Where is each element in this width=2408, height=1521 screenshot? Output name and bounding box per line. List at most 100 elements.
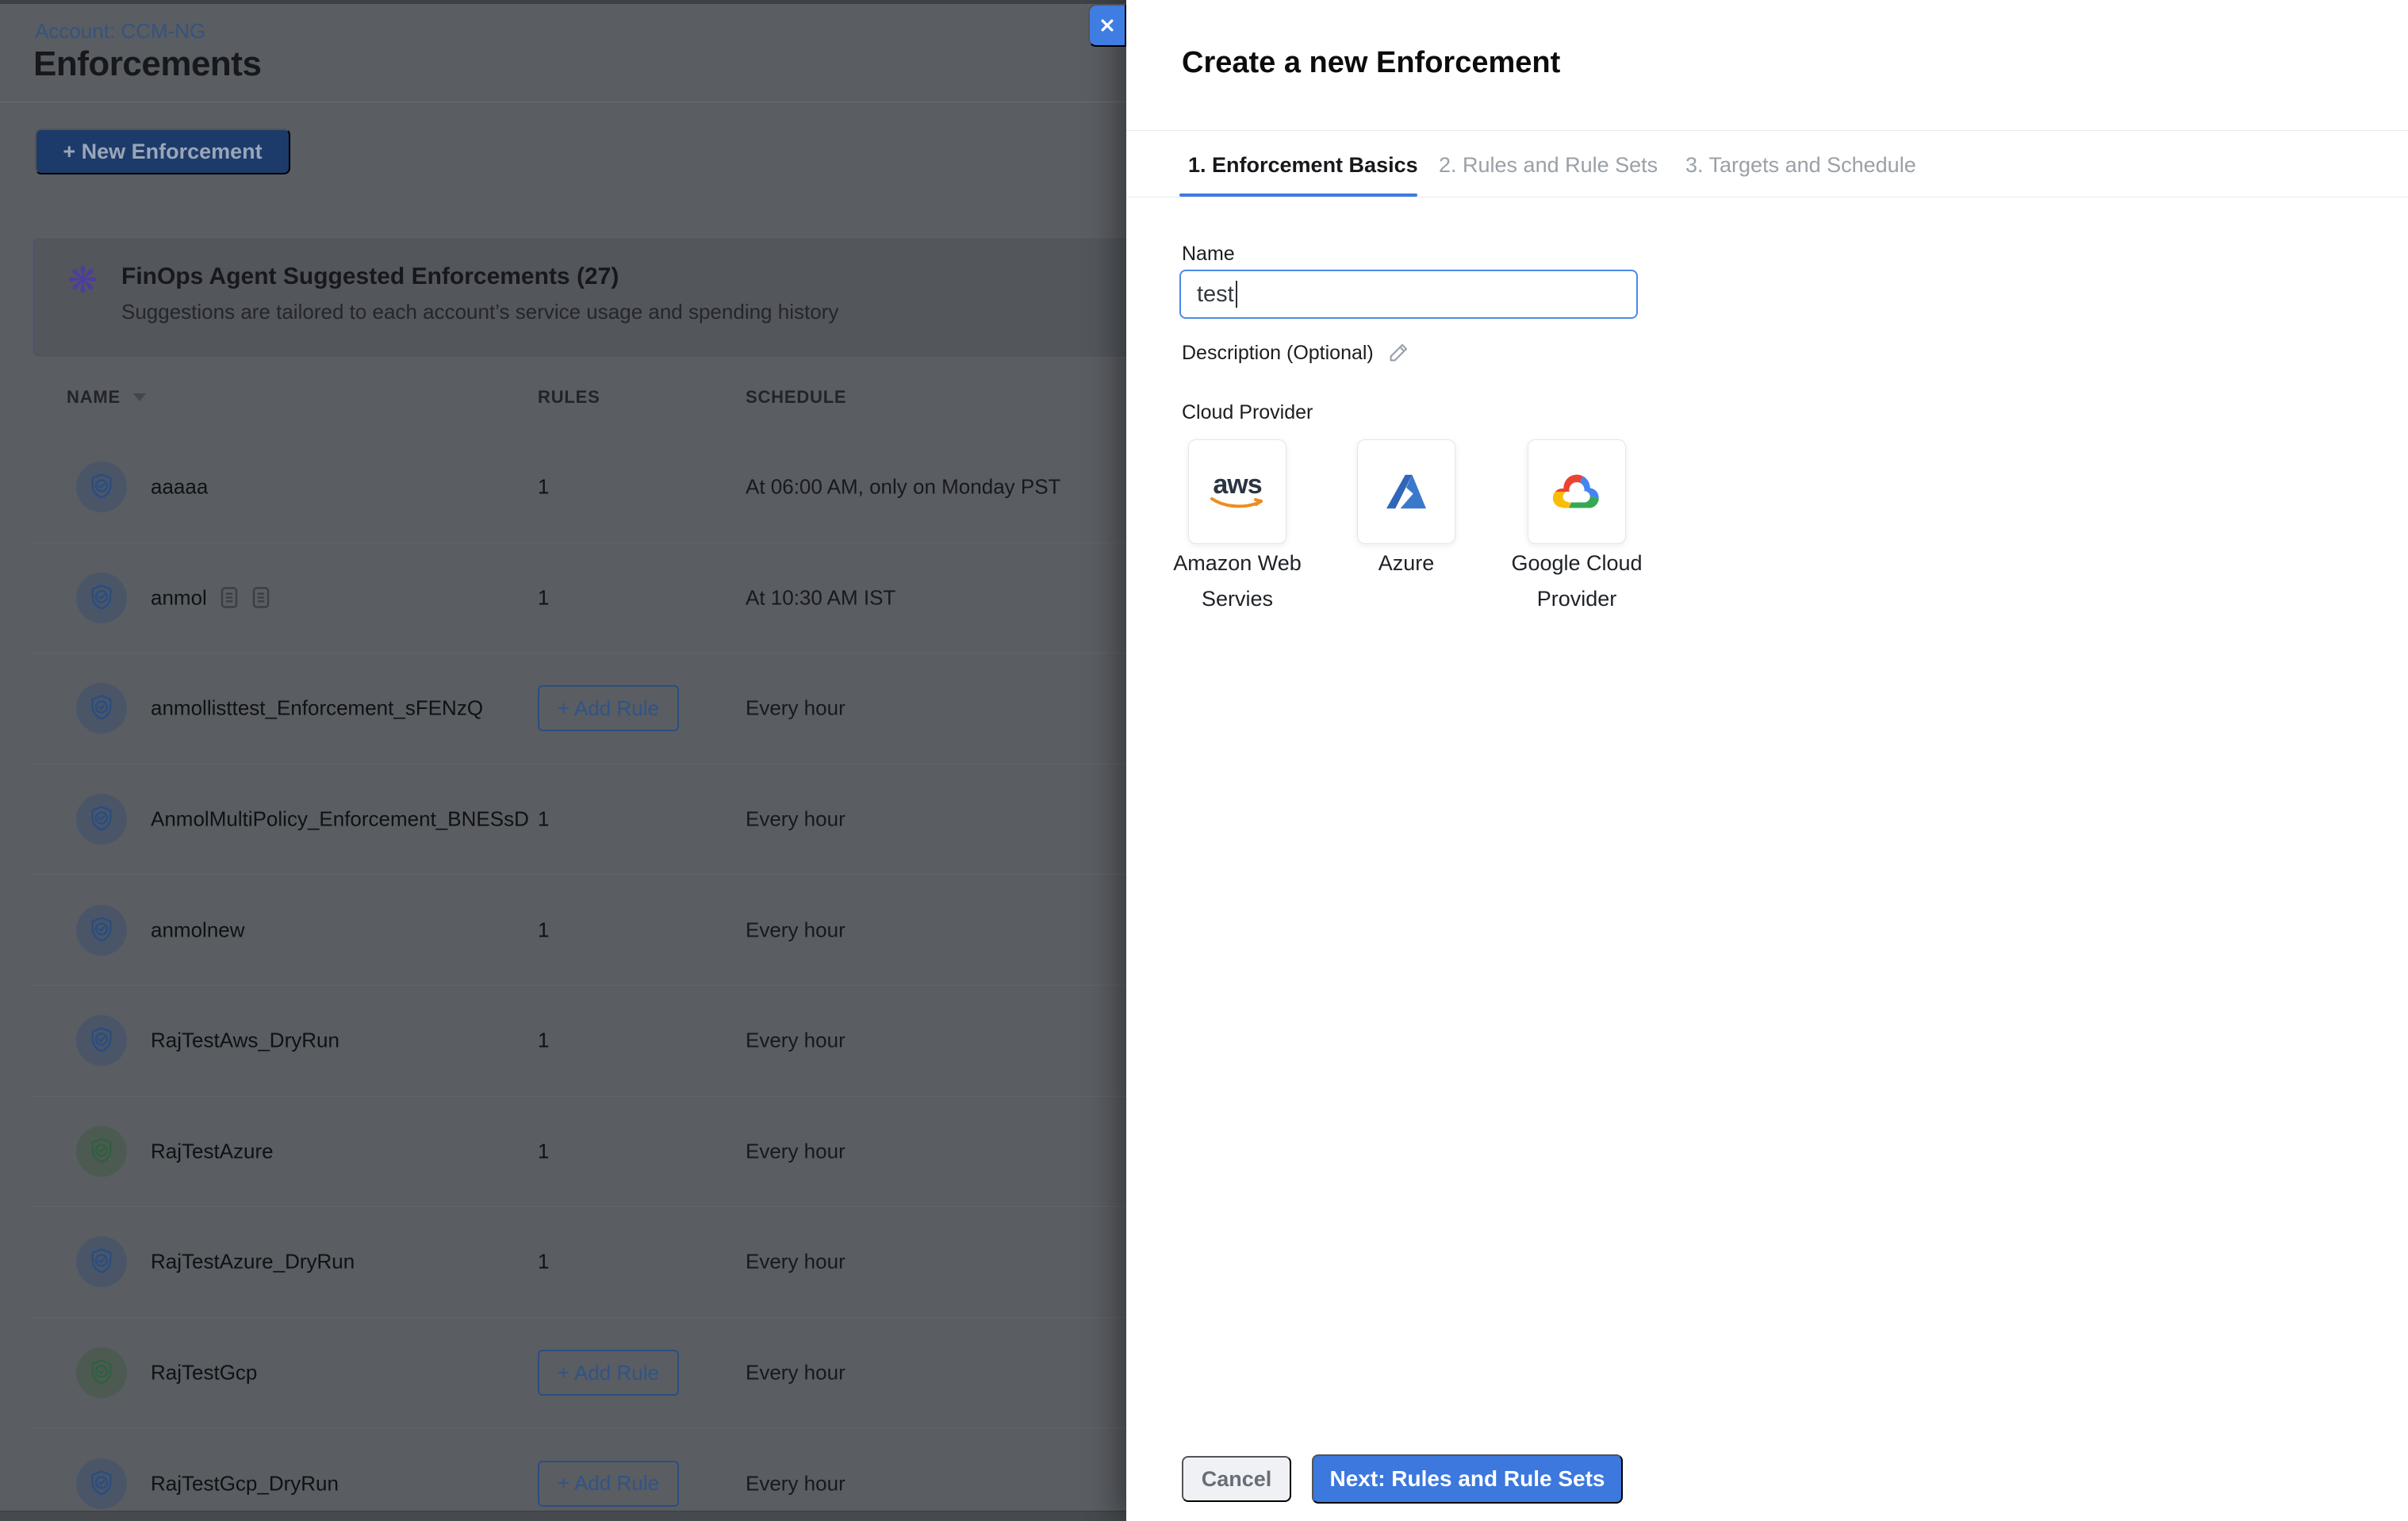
schedule-text: Every hour <box>746 1139 845 1163</box>
new-enforcement-button[interactable]: + New Enforcement <box>35 128 290 174</box>
rules-count: 1 <box>538 585 549 610</box>
column-header-rules: RULES <box>538 387 600 408</box>
table-bottom-edge <box>0 1511 1126 1521</box>
shield-check-icon <box>86 804 117 834</box>
edit-pencil-icon[interactable] <box>1386 341 1410 365</box>
aws-smile-icon <box>1209 496 1266 511</box>
finops-agent-icon: ❋ <box>67 262 98 298</box>
shield-check-icon <box>86 1469 117 1499</box>
add-rule-button[interactable]: + Add Rule <box>538 1350 679 1396</box>
rules-count: 1 <box>538 918 549 942</box>
close-drawer-button[interactable] <box>1088 4 1126 47</box>
enforcement-avatar <box>76 462 127 512</box>
table-row[interactable]: RajTestAzure 1 Every hour <box>32 1097 1158 1208</box>
enforcement-name: RajTestAzure <box>151 1139 274 1163</box>
table-row[interactable]: RajTestAws_DryRun 1 Every hour <box>32 986 1158 1097</box>
tab-enforcement-basics[interactable]: 1. Enforcement Basics <box>1188 153 1418 178</box>
shield-check-icon <box>86 1247 117 1277</box>
schedule-text: Every hour <box>746 1361 845 1385</box>
rules-count: 1 <box>538 1250 549 1274</box>
close-icon <box>1096 14 1118 36</box>
enforcement-name: RajTestGcp_DryRun <box>151 1471 339 1496</box>
provider-card-aws[interactable]: aws <box>1188 439 1286 544</box>
provider-card-azure[interactable] <box>1357 439 1455 544</box>
table-row[interactable]: RajTestAzure_DryRun 1 Every hour <box>32 1207 1158 1318</box>
add-rule-button[interactable]: + Add Rule <box>538 1461 679 1507</box>
tab-rules-and-rule-sets[interactable]: 2. Rules and Rule Sets <box>1439 153 1658 178</box>
add-rule-label: + Add Rule <box>558 696 659 721</box>
provider-label-gcp: Google Cloud Provider <box>1490 546 1664 617</box>
table-row[interactable]: aaaaa 1 At 06:00 AM, only on Monday PST <box>32 432 1158 543</box>
table-row[interactable]: anmol 1 At 10:30 AM IST <box>32 543 1158 654</box>
enforcement-name-cell: aaaaa <box>151 475 220 500</box>
cancel-button[interactable]: Cancel <box>1182 1456 1291 1502</box>
azure-logo-icon <box>1382 468 1430 515</box>
table-row[interactable]: RajTestGcp_DryRun + Add Rule Every hour <box>32 1428 1158 1521</box>
schedule-text: Every hour <box>746 1471 845 1496</box>
table-row[interactable]: anmollisttest_Enforcement_sFENzQ + Add R… <box>32 653 1158 764</box>
description-label: Description (Optional) <box>1182 342 1374 365</box>
column-header-schedule: SCHEDULE <box>746 387 846 408</box>
gcp-logo-icon <box>1549 469 1605 515</box>
next-rules-button[interactable]: Next: Rules and Rule Sets <box>1312 1454 1623 1504</box>
drawer-title: Create a new Enforcement <box>1182 46 1560 80</box>
enforcement-name-cell: RajTestAzure <box>151 1139 286 1163</box>
shield-check-icon <box>86 693 117 723</box>
shield-check-icon <box>86 1136 117 1167</box>
table-row[interactable]: RajTestGcp + Add Rule Every hour <box>32 1318 1158 1429</box>
shield-check-icon <box>86 472 117 502</box>
enforcement-name: RajTestGcp <box>151 1361 257 1385</box>
sort-descending-icon <box>133 393 146 401</box>
shield-check-icon <box>86 583 117 613</box>
app-root: Account: CCM-NG Enforcements + New Enfor… <box>0 0 2408 1521</box>
add-rule-label: + Add Rule <box>558 1361 659 1385</box>
enforcement-avatar <box>76 1236 127 1287</box>
enforcement-avatar <box>76 683 127 734</box>
column-header-name[interactable]: NAME <box>67 387 146 408</box>
provider-label-azure: Azure <box>1319 546 1493 581</box>
provider-card-gcp[interactable] <box>1528 439 1626 544</box>
enforcement-name-cell: anmollisttest_Enforcement_sFENzQ <box>151 696 496 721</box>
schedule-text: Every hour <box>746 918 845 942</box>
table-row[interactable]: anmolnew 1 Every hour <box>32 875 1158 986</box>
enforcement-name: aaaaa <box>151 475 208 500</box>
enforcement-name-cell: AnmolMultiPolicy_Enforcement_BNESsD <box>151 807 542 832</box>
schedule-text: Every hour <box>746 1029 845 1053</box>
create-enforcement-drawer: Create a new Enforcement 1. Enforcement … <box>1126 0 2408 1521</box>
finops-suggestions-subtitle: Suggestions are tailored to each account… <box>121 300 838 324</box>
rules-count: 1 <box>538 475 549 500</box>
page-title: Enforcements <box>33 44 261 84</box>
enforcement-name-cell: RajTestGcp <box>151 1361 270 1385</box>
shield-check-icon <box>86 1025 117 1056</box>
document-icon <box>220 586 239 610</box>
enforcement-name: anmol <box>151 585 207 610</box>
schedule-text: Every hour <box>746 1250 845 1274</box>
rules-count: 1 <box>538 1139 549 1163</box>
schedule-text: Every hour <box>746 807 845 832</box>
aws-logo-word: aws <box>1213 473 1261 496</box>
enforcement-avatar <box>76 1126 127 1177</box>
schedule-text: Every hour <box>746 696 845 721</box>
shield-check-icon <box>86 1358 117 1388</box>
table-row[interactable]: AnmolMultiPolicy_Enforcement_BNESsD 1 Ev… <box>32 764 1158 875</box>
enforcement-name: RajTestAws_DryRun <box>151 1029 339 1053</box>
cloud-provider-label: Cloud Provider <box>1182 401 1313 424</box>
rules-count: 1 <box>538 807 549 832</box>
shield-check-icon <box>86 915 117 945</box>
finops-suggestions-title: FinOps Agent Suggested Enforcements (27) <box>121 263 619 290</box>
enforcement-rows: aaaaa 1 At 06:00 AM, only on Monday PST … <box>32 432 1158 1521</box>
tab-targets-and-schedule[interactable]: 3. Targets and Schedule <box>1685 153 1916 178</box>
add-rule-button[interactable]: + Add Rule <box>538 685 679 731</box>
finops-suggestions-card: ❋ FinOps Agent Suggested Enforcements (2… <box>32 237 1160 358</box>
enforcement-name: anmollisttest_Enforcement_sFENzQ <box>151 696 483 721</box>
enforcement-avatar <box>76 1347 127 1398</box>
column-header-name-label: NAME <box>67 387 121 408</box>
schedule-text: At 10:30 AM IST <box>746 585 895 610</box>
name-input[interactable]: test <box>1179 270 1638 319</box>
breadcrumb[interactable]: Account: CCM-NG <box>35 19 205 44</box>
add-rule-label: + Add Rule <box>558 1471 659 1496</box>
enforcement-name: AnmolMultiPolicy_Enforcement_BNESsD <box>151 807 529 832</box>
enforcement-name-cell: RajTestAzure_DryRun <box>151 1250 367 1274</box>
enforcement-avatar <box>76 905 127 956</box>
name-input-value: test <box>1197 282 1234 308</box>
